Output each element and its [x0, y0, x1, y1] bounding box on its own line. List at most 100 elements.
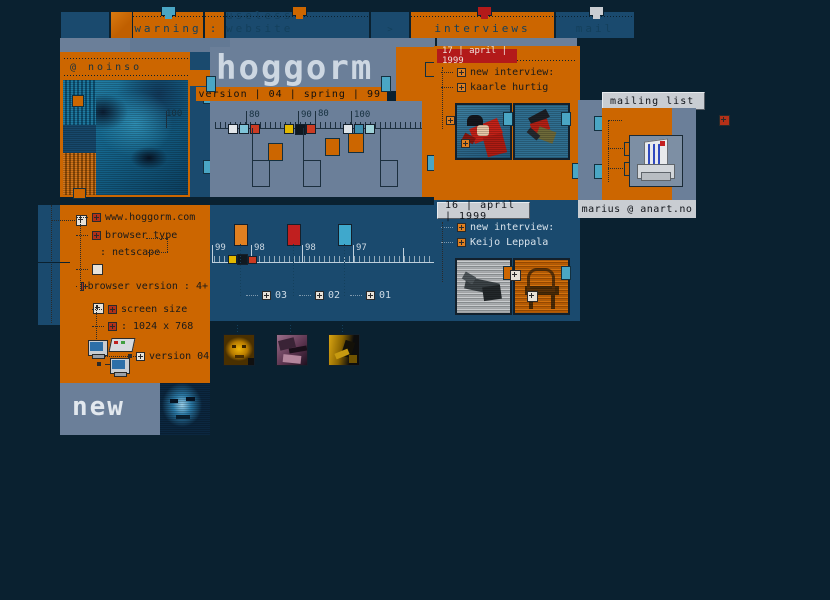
- thumb-expand-icon[interactable]: [510, 270, 522, 281]
- interview-2-row-1[interactable]: new interview:: [441, 222, 554, 233]
- interview-1-tree-line: [442, 67, 443, 129]
- ruler-label-row-01[interactable]: 01: [350, 290, 391, 301]
- expand-plus-icon[interactable]: [92, 213, 101, 222]
- tree-dash: [350, 295, 362, 296]
- nav-label-warning: warning: [134, 22, 202, 35]
- monitor-screen-2: [112, 360, 125, 369]
- specs-branch-netscape-v: [167, 238, 168, 252]
- expand-plus-icon[interactable]: [262, 291, 271, 300]
- expand-plus-icon[interactable]: [457, 68, 466, 77]
- nav-tab-marker-light: [589, 6, 604, 19]
- thumb-nub-cyan: [561, 266, 571, 280]
- cable: [105, 364, 111, 365]
- ruler-bottom-major-97: [353, 245, 354, 262]
- ruler-label-80: 80: [318, 109, 329, 119]
- expand-plus-icon[interactable]: [315, 291, 324, 300]
- tree-dash: [76, 217, 88, 218]
- ruler-chip: [365, 124, 375, 134]
- empty-box-icon[interactable]: [92, 264, 103, 275]
- ruler-marker-01: [338, 224, 352, 246]
- expand-plus-icon[interactable]: [457, 223, 466, 232]
- portrait-header-label: @ noinso: [70, 62, 143, 73]
- ruler-chip: [284, 124, 294, 134]
- portrait-nub-top: [72, 95, 84, 107]
- specs-row-version[interactable]: version 04: [136, 351, 209, 362]
- ruler-label-row-02[interactable]: 02: [299, 290, 340, 301]
- interview-1-row-1[interactable]: new interview:: [441, 67, 554, 78]
- portrait-nub-bottom: [73, 188, 86, 199]
- expand-plus-icon[interactable]: [81, 282, 88, 291]
- ruler-bottom-label-98b: 98: [305, 243, 316, 253]
- nav-label-interviews: interviews: [434, 22, 531, 35]
- expand-plus-icon[interactable]: [136, 352, 145, 361]
- new-panel-label: new: [72, 392, 125, 422]
- ruler-drop-box: [303, 160, 321, 187]
- interview-1-row-2[interactable]: kaarle hurtig: [441, 82, 554, 93]
- thumb-nub: [503, 112, 513, 126]
- expand-plus-icon[interactable]: [457, 83, 466, 92]
- interview-2-line-2: Keijo Leppala: [470, 237, 549, 248]
- thumbstrip-item-1[interactable]: [223, 334, 255, 366]
- thumbstrip-item-2[interactable]: [276, 334, 308, 366]
- ruler-marker-stem-01: [344, 244, 345, 296]
- top-navigation: warning : useless website > interviews m…: [60, 6, 665, 38]
- thumb-expand-icon[interactable]: [446, 116, 455, 125]
- thumb-expand-icon[interactable]: [461, 139, 471, 148]
- thumbstrip-item-3[interactable]: [328, 334, 360, 366]
- new-panel-photo[interactable]: [160, 383, 210, 435]
- tree-dash: [76, 286, 77, 287]
- nav-item-blank-orange: [110, 12, 133, 38]
- ruler-drop-box: [380, 160, 398, 187]
- nav-item-warning[interactable]: warning: [132, 6, 204, 38]
- ruler-bottom-major-99: [212, 245, 213, 262]
- specs-row-netscape: : netscape: [76, 247, 208, 258]
- expand-plus-icon[interactable]: [366, 291, 375, 300]
- ruler-bottom-chip: [228, 255, 237, 264]
- cable-node-2: [128, 354, 132, 358]
- expand-plus-icon[interactable]: [108, 305, 117, 314]
- rail-tree-line: [51, 205, 52, 323]
- mailing-list-expand-icon[interactable]: [719, 115, 731, 126]
- chevron-right-icon: >: [387, 25, 393, 35]
- ruler-marker-label-02: 02: [328, 290, 341, 301]
- ruler-marker-label-01: 01: [379, 290, 392, 301]
- ruler-marker-03: [234, 224, 248, 246]
- specs-row-blank[interactable]: [76, 264, 208, 275]
- specs-row-browser-version[interactable]: browser version : 4+: [76, 281, 208, 292]
- mailing-tree-branch-1: [608, 120, 622, 121]
- monitor-base: [92, 354, 105, 359]
- nav-item-mail[interactable]: mail: [555, 6, 635, 38]
- interview-1-badge-tail: [517, 49, 577, 63]
- interview-2-lines: new interview: Keijo Leppala: [441, 222, 554, 248]
- thumb-expand-icon[interactable]: [527, 291, 539, 302]
- interview-2-date: 16 | april | 1999: [445, 199, 516, 222]
- expand-plus-icon[interactable]: [108, 322, 117, 331]
- expand-plus-icon[interactable]: [92, 231, 101, 240]
- expand-plus-icon[interactable]: [457, 238, 466, 247]
- printer-led: [114, 341, 118, 344]
- ruler-label-row-03[interactable]: 03: [246, 290, 287, 301]
- ruler-bottom-chip: [248, 256, 257, 264]
- nav-label-colon: :: [209, 22, 220, 35]
- rail-divider: [38, 262, 70, 263]
- specs-label-resolution: : 1024 x 768: [121, 321, 194, 332]
- specs-tree-line-a: [80, 215, 81, 291]
- nav-item-useless-website[interactable]: useless website: [225, 6, 370, 38]
- ruler-bottom-label-97: 97: [356, 243, 367, 253]
- ruler-top-body: 80 90 100: [166, 101, 481, 197]
- ruler-drop-stem: [380, 128, 381, 160]
- version-bar: version | 04 | spring | 99: [196, 87, 387, 101]
- specs-row-domain[interactable]: www.hoggorm.com: [76, 212, 208, 223]
- ruler-tick-label-90: 90: [301, 110, 312, 120]
- ruler-bottom-major-98b: [302, 245, 303, 262]
- ruler-marker-stem-02: [293, 244, 294, 296]
- nav-item-interviews[interactable]: interviews: [410, 6, 555, 38]
- nav-item-arrow: >: [370, 12, 410, 38]
- mailing-tree-line: [608, 120, 609, 182]
- ruler-bottom-label-99: 99: [215, 243, 226, 253]
- mailing-list-title: mailing list: [610, 95, 695, 107]
- ruler-drop-stem: [303, 128, 304, 160]
- mailing-list-footer: marius @ anart.no: [578, 200, 696, 218]
- specs-row-browser-type[interactable]: browser type: [76, 230, 208, 241]
- interview-2-row-2[interactable]: Keijo Leppala: [441, 237, 554, 248]
